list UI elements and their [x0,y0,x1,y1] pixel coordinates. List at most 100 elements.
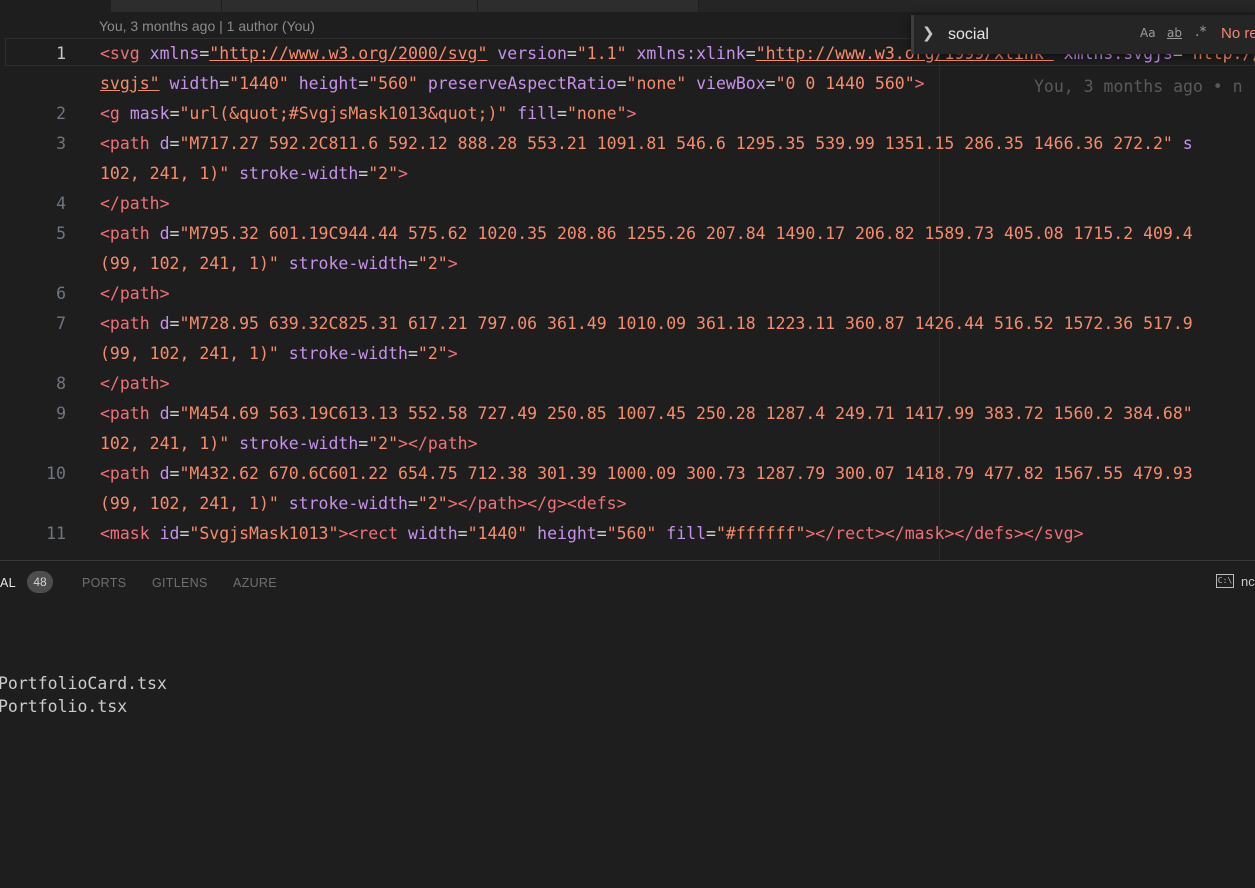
code-token: d [159,464,170,483]
code-token: width [159,74,220,93]
tab-terminal[interactable]: AL [0,576,16,590]
regex-icon[interactable]: .* [1195,24,1206,40]
line-number: 9 [56,404,66,423]
code-token: = [219,74,230,93]
code-token: viewBox [686,74,766,93]
editor-tab[interactable] [0,0,111,12]
code-token: d [159,224,170,243]
line-number: 2 [56,104,66,123]
code-token: ><rect [338,524,408,543]
line-number: 1 [56,44,66,63]
code-token: "#ffffff" [715,524,806,543]
code-editor[interactable]: You, 3 months ago | 1 author (You) 1 2 3… [0,12,1255,560]
line-number: 6 [56,284,66,303]
code-token: <path [100,224,160,243]
tab-gitlens[interactable]: GITLENS [152,576,208,590]
code-token: height [288,74,359,93]
code-line-9[interactable]: <path d="M454.69 563.19C613.13 552.58 72… [100,399,1193,429]
tab-azure[interactable]: AZURE [233,576,277,590]
code-token: > [914,74,925,93]
code-token: d [159,314,170,333]
code-token: = [199,44,210,63]
code-line-6[interactable]: </path> [100,279,170,309]
code-line-10[interactable]: <path d="M432.62 670.6C601.22 654.75 712… [100,459,1193,489]
line-number: 5 [56,224,66,243]
code-line-5-wrap[interactable]: (99, 102, 241, 1)" stroke-width="2"> [100,249,458,279]
code-token: stroke-width [278,344,408,363]
chevron-right-icon[interactable]: ❯ [922,24,935,42]
editor-tab[interactable] [478,0,699,12]
code-token: = [457,524,468,543]
code-line-5[interactable]: <path d="M795.32 601.19C944.44 575.62 10… [100,219,1193,249]
code-token: xmlns:xlink [626,44,746,63]
code-token: = [169,404,180,423]
code-token: 102, 241, 1)" [100,434,230,453]
code-token: = [765,74,776,93]
code-line-8[interactable]: </path> [100,369,170,399]
terminal-line: Portfolio.tsx [0,697,128,716]
code-line-10-wrap[interactable]: (99, 102, 241, 1)" stroke-width="2"></pa… [100,489,627,519]
code-token: = [358,434,369,453]
editor-tab[interactable] [111,0,222,12]
code-token: "SvgjsMask1013" [189,524,339,543]
tab-ports[interactable]: PORTS [82,576,126,590]
code-token: (99, 102, 241, 1)" [100,494,279,513]
code-token: "none" [566,104,627,123]
find-input[interactable]: social [942,21,1197,48]
code-token: </path> [100,284,170,303]
code-token: d [159,404,170,423]
code-line-11[interactable]: <mask id="SvgjsMask1013"><rect width="14… [100,519,1084,549]
code-token: = [566,44,577,63]
code-line-7[interactable]: <path d="M728.95 639.32C825.31 617.21 79… [100,309,1193,339]
code-line-7-wrap[interactable]: (99, 102, 241, 1)" stroke-width="2"> [100,339,458,369]
code-token: <path [100,314,160,333]
code-token: xmlns [149,44,200,63]
editor-tab[interactable] [222,0,478,12]
inline-blame: You, 3 months ago • n [1034,77,1243,96]
code-token: "2" [368,434,399,453]
code-line-3[interactable]: <path d="M717.27 592.2C811.6 592.12 888.… [100,129,1193,159]
code-token: </path> [100,194,170,213]
code-token: <path [100,404,160,423]
code-token: > [447,344,458,363]
code-token: = [616,74,627,93]
code-token: = [169,464,180,483]
code-token: height [527,524,597,543]
code-token: <path [100,134,160,153]
codelens-authorship[interactable]: You, 3 months ago | 1 author (You) [99,18,315,34]
code-token: "M795.32 601.19C944.44 575.62 1020.35 20… [179,224,1193,243]
code-token: "M454.69 563.19C613.13 552.58 727.49 250… [179,404,1193,423]
line-number: 10 [46,464,66,483]
code-token: d [159,134,170,153]
code-token: = [745,44,756,63]
code-token: "2" [417,344,448,363]
terminal-line: PortfolioCard.tsx [0,674,167,693]
code-token: "1.1" [576,44,627,63]
code-line-2[interactable]: <g mask="url(&quot;#SvgjsMask1013&quot;)… [100,99,636,129]
code-token: "M432.62 670.6C601.22 654.75 712.38 301.… [179,464,1193,483]
code-line-9-wrap[interactable]: 102, 241, 1)" stroke-width="2"></path> [100,429,478,459]
bottom-panel: AL 48 PORTS GITLENS AZURE C:\ nc Portfol… [0,560,1255,888]
code-token: <g [100,104,130,123]
terminal-icon[interactable]: C:\ [1216,574,1234,588]
code-line-3-wrap[interactable]: 102, 241, 1)" stroke-width="2"> [100,159,408,189]
whole-word-icon[interactable]: ab [1167,26,1182,40]
find-result-count: No re [1221,25,1255,42]
code-token: (99, 102, 241, 1)" [100,344,279,363]
code-line-4[interactable]: </path> [100,189,170,219]
code-token: <path [100,464,160,483]
code-token: > [447,254,458,273]
code-token: = [169,104,180,123]
match-case-icon[interactable]: Aa [1140,26,1156,40]
code-token: "560" [606,524,657,543]
code-line-1-wrap[interactable]: svgjs" width="1440" height="560" preserv… [100,69,925,99]
code-token: s [1172,134,1193,153]
code-token: "url(&quot;#SvgjsMask1013&quot;)" [179,104,508,123]
code-token: = [169,224,180,243]
terminal-name[interactable]: nc [1241,574,1255,589]
code-token: = [407,494,418,513]
code-token: <svg [100,44,150,63]
code-token: = [557,104,567,123]
code-token: = [706,524,716,543]
line-number: 4 [56,194,66,213]
